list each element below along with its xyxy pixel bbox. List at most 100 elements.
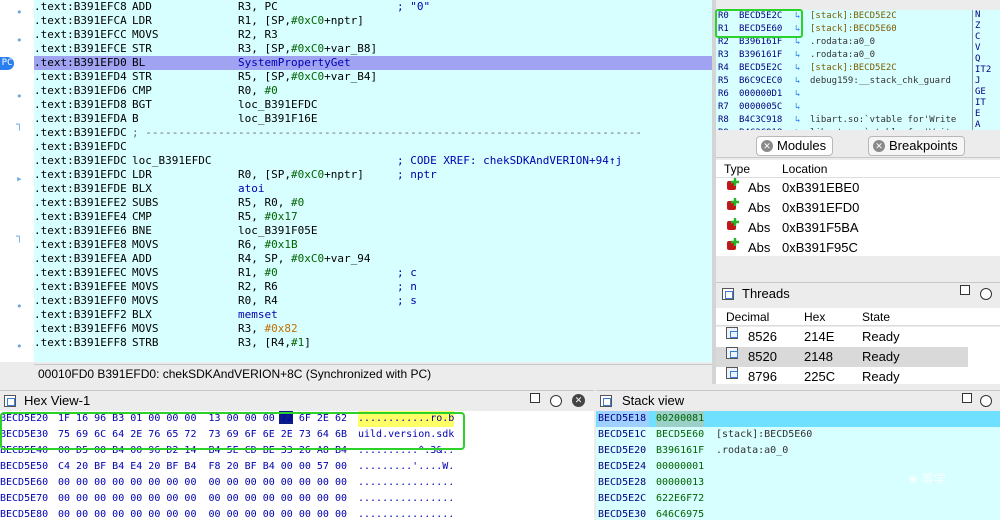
instruction-line[interactable]: .text:B391EFCA LDR R1, [SP,#0xC0+nptr]: [34, 14, 712, 28]
hex-bytes[interactable]: 00 00 00 00 00 00 00 00 00 00 00 00 00 0…: [58, 491, 347, 507]
register-row[interactable]: R9 B4C3C918 ↳ libart.so:`vtable for'Write: [716, 127, 972, 130]
instruction-operands[interactable]: memset: [238, 308, 278, 322]
jump-arrow-icon[interactable]: ↳: [795, 75, 800, 88]
instruction-operands[interactable]: R5, R0, #0: [238, 196, 304, 210]
register-value[interactable]: B396161F: [739, 49, 782, 62]
instruction-line[interactable]: .text:B391EFC8 ADD R3, PC ; "0": [34, 0, 712, 14]
instruction-line[interactable]: .text:B391EFDE BLX atoi: [34, 182, 712, 196]
instruction-operands[interactable]: loc_B391F05E: [238, 224, 317, 238]
jump-arrow-icon[interactable]: ↳: [795, 127, 800, 130]
stack-value[interactable]: 00000013: [656, 475, 704, 491]
hex-ascii[interactable]: ................: [358, 507, 454, 520]
instruction-operands[interactable]: atoi: [238, 182, 265, 196]
disassembly-view[interactable]: .text:B391EFC8 ADD R3, PC; "0" .text:B391EF…: [34, 0, 712, 362]
hex-row[interactable]: BECD5E60 00 00 00 00 00 00 00 00 00 00 00…: [0, 475, 594, 491]
instruction-line[interactable]: .text:B391EFEA ADD R4, SP, #0xC0+var_94: [34, 252, 712, 266]
stack-value[interactable]: 00200081: [656, 411, 705, 427]
close-icon[interactable]: ✕: [761, 140, 773, 152]
instruction-operands[interactable]: loc_B391EFDC: [238, 98, 317, 112]
instruction-operands[interactable]: R6, #0x1B: [238, 238, 298, 252]
instruction-operands[interactable]: R3, PC: [238, 0, 278, 14]
instruction-operands[interactable]: R0, #0: [238, 84, 278, 98]
stack-view[interactable]: BECD5E18 00200081 BECD5E1C BECD5E60 [stack]:…: [596, 411, 1000, 520]
column-header-decimal[interactable]: Decimal: [726, 310, 769, 324]
tab-modules[interactable]: ✕ Modules: [756, 136, 834, 156]
tab-breakpoints[interactable]: ✕ Breakpoints: [868, 136, 965, 156]
jump-arrow-icon[interactable]: ↳: [795, 88, 800, 101]
instruction-operands[interactable]: R2, R3: [238, 28, 278, 42]
instruction-operands[interactable]: R0, R4: [238, 294, 278, 308]
jump-arrow-icon[interactable]: ↳: [795, 101, 800, 114]
register-value[interactable]: B6C9CEC0: [739, 75, 782, 88]
instruction-line[interactable]: .text:B391EFE8 MOVS R6, #0x1B: [34, 238, 712, 252]
instruction-line[interactable]: .text:B391EFF8 STRB R3, [R4,#1]: [34, 336, 712, 350]
register-value[interactable]: 0000005C: [739, 101, 782, 114]
maximize-icon[interactable]: [530, 393, 540, 403]
hex-bytes[interactable]: 00 00 00 00 00 00 00 00 00 00 00 00 00 0…: [58, 507, 347, 520]
instruction-line[interactable]: .text:B391EFDA Bloc_B391F16E: [34, 112, 712, 126]
maximize-icon[interactable]: [960, 285, 970, 295]
instruction-line[interactable]: .text:B391EFF6 MOVS R3, #0x82: [34, 322, 712, 336]
register-row[interactable]: R3 B396161F ↳ .rodata:a0_0: [716, 49, 972, 62]
column-header-type[interactable]: Type: [724, 162, 750, 176]
hex-ascii[interactable]: ................: [358, 491, 454, 507]
instruction-operands[interactable]: R1, [SP,#0xC0+nptr]: [238, 14, 364, 28]
instruction-line[interactable]: .text:B391EFEE MOVS R2, R6 ; n: [34, 280, 712, 294]
module-row[interactable]: Abs 0xB391F5BA: [716, 218, 1000, 238]
instruction-line[interactable]: .text:B391EFE6 BNE loc_B391F05E: [34, 224, 712, 238]
instruction-line[interactable]: .text:B391EFDC ; ------------------------…: [34, 126, 712, 140]
register-row[interactable]: R6 000000D1 ↳: [716, 88, 972, 101]
instruction-line[interactable]: .text:B391EFF0 MOVS R0, R4 ; s: [34, 294, 712, 308]
register-value[interactable]: 000000D1: [739, 88, 782, 101]
instruction-line[interactable]: .text:B391EFEC MOVS R1, #0 ; c: [34, 266, 712, 280]
flag-name[interactable]: IT2: [973, 65, 1000, 76]
stack-row[interactable]: BECD5E30 646C6975: [596, 507, 1000, 520]
register-row[interactable]: R7 0000005C ↳: [716, 101, 972, 114]
hex-bytes[interactable]: C4 20 BF B4 E4 20 BF B4 F8 20 BF B4 00 0…: [58, 459, 347, 475]
register-value[interactable]: B4C3C918: [739, 127, 782, 130]
restore-icon[interactable]: [550, 395, 562, 407]
stack-row[interactable]: BECD5E1C BECD5E60 [stack]:BECD5E60: [596, 427, 1000, 443]
close-icon[interactable]: ✕: [873, 140, 885, 152]
instruction-operands[interactable]: R5, #0x17: [238, 210, 298, 224]
stack-value[interactable]: B396161F: [656, 443, 704, 459]
stack-row[interactable]: BECD5E18 00200081: [596, 411, 1000, 427]
instruction-line[interactable]: .text:B391EFE4 CMP R5, #0x17: [34, 210, 712, 224]
hex-row[interactable]: BECD5E70 00 00 00 00 00 00 00 00 00 00 00…: [0, 491, 594, 507]
instruction-operands[interactable]: R5, [SP,#0xC0+var_B4]: [238, 70, 377, 84]
maximize-icon[interactable]: [962, 393, 972, 403]
hex-ascii[interactable]: .........'....W.: [358, 459, 454, 475]
hex-row[interactable]: BECD5E80 00 00 00 00 00 00 00 00 00 00 00…: [0, 507, 594, 520]
register-row[interactable]: R8 B4C3C918 ↳ libart.so:`vtable for'Write: [716, 114, 972, 127]
close-icon[interactable]: ✕: [572, 394, 585, 407]
flag-name[interactable]: IT: [973, 98, 1000, 109]
module-row[interactable]: Abs 0xB391EBE0: [716, 178, 1000, 198]
stack-value[interactable]: 00000001: [656, 459, 704, 475]
instruction-operands[interactable]: loc_B391F16E: [238, 112, 317, 126]
column-header-hex[interactable]: Hex: [804, 310, 825, 324]
register-value[interactable]: B4C3C918: [739, 114, 782, 127]
instruction-line[interactable]: .text:B391EFCC MOVS R2, R3: [34, 28, 712, 42]
current-instruction-line[interactable]: .text:B391EFD0 BL SystemPropertyGet: [34, 56, 712, 70]
restore-icon[interactable]: [980, 288, 992, 300]
instruction-line[interactable]: .text:B391EFF2 BLX memset: [34, 308, 712, 322]
stack-row[interactable]: BECD5E20 B396161F .rodata:a0_0: [596, 443, 1000, 459]
register-row[interactable]: R5 B6C9CEC0 ↳ debug159:__stack_chk_guard: [716, 75, 972, 88]
stack-value[interactable]: BECD5E60: [656, 427, 704, 443]
code-label[interactable]: loc_B391EFDC: [132, 154, 211, 168]
instruction-line[interactable]: .text:B391EFDC LDR R0, [SP,#0xC0+nptr] ; np…: [34, 168, 712, 182]
instruction-operands[interactable]: R3, #0x82: [238, 322, 298, 336]
column-header-state[interactable]: State: [862, 310, 890, 324]
register-row[interactable]: R4 BECD5E2C ↳ [stack]:BECD5E2C: [716, 62, 972, 75]
hex-bytes[interactable]: 00 00 00 00 00 00 00 00 00 00 00 00 00 0…: [58, 475, 347, 491]
instruction-line[interactable]: .text:B391EFD6 CMP R0, #0: [34, 84, 712, 98]
flag-name[interactable]: E: [973, 109, 1000, 120]
flag-name[interactable]: GE: [973, 87, 1000, 98]
restore-icon[interactable]: [980, 395, 992, 407]
instruction-operands[interactable]: R4, SP, #0xC0+var_94: [238, 252, 370, 266]
stack-value[interactable]: 646C6975: [656, 507, 704, 520]
flag-name[interactable]: N: [973, 10, 1000, 21]
instruction-operands[interactable]: R1, #0: [238, 266, 278, 280]
instruction-line[interactable]: .text:B391EFDC: [34, 140, 712, 154]
stack-row[interactable]: BECD5E2C 622E6F72: [596, 491, 1000, 507]
